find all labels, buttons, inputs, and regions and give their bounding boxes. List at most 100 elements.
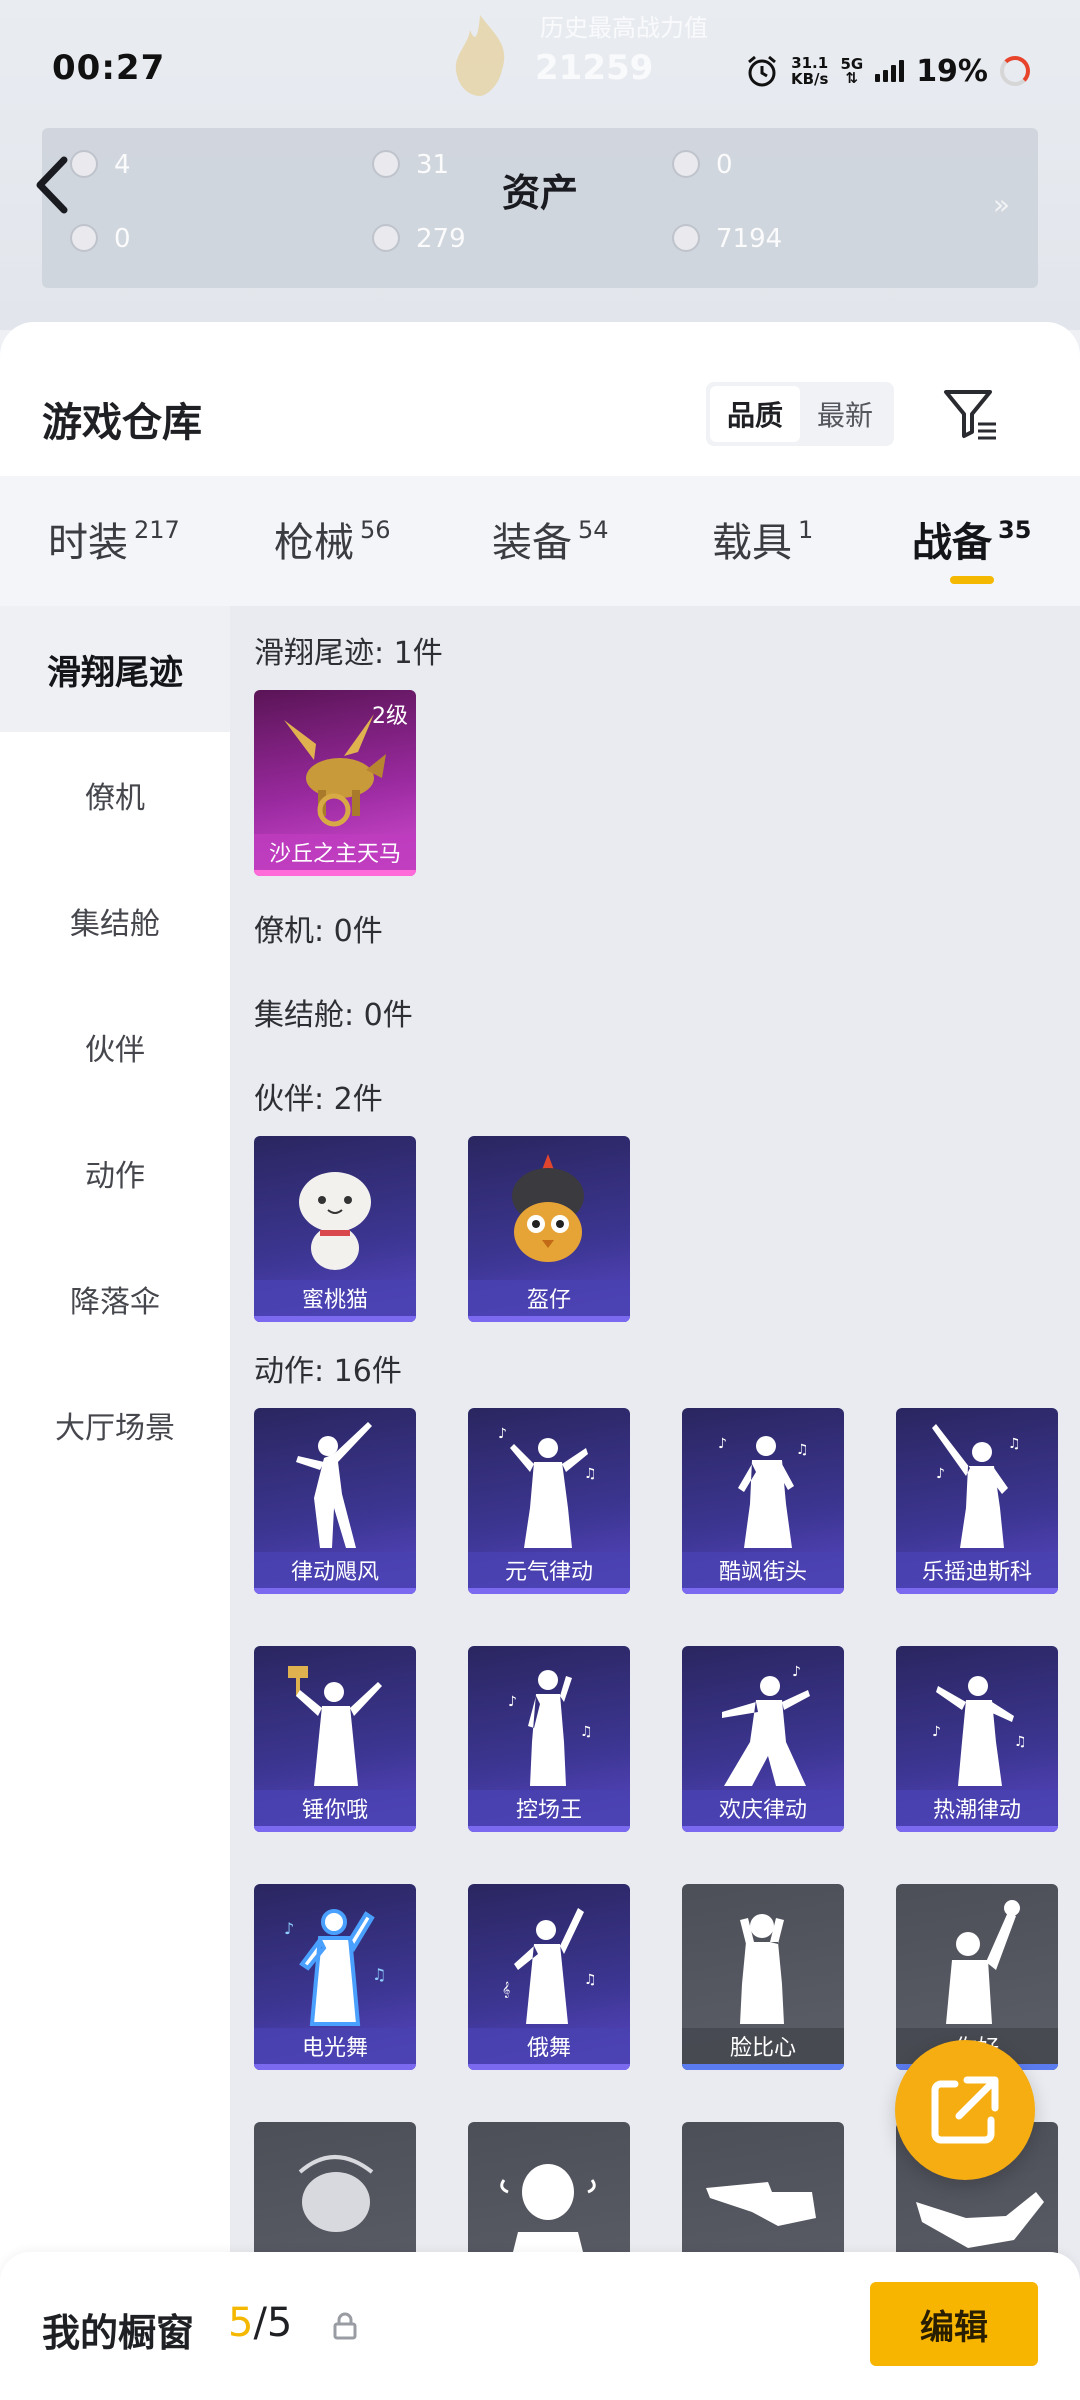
asset-value: 31 bbox=[416, 150, 450, 180]
alarm-icon bbox=[748, 55, 776, 87]
assets-title: 资产 bbox=[501, 171, 578, 215]
item-tile[interactable]: ♪ ♫ 乐摇迪斯科 bbox=[896, 1408, 1058, 1594]
item-tile[interactable]: 律动飓风 bbox=[254, 1408, 416, 1594]
showcase-label: 我的橱窗 bbox=[42, 2311, 195, 2355]
item-name: 盔仔 bbox=[468, 1280, 630, 1322]
net-speed: 31.1 KB/s bbox=[791, 55, 828, 87]
currency-icon bbox=[372, 224, 400, 252]
svg-text:♫: ♫ bbox=[1014, 1734, 1027, 1750]
sidebar-item-parachute[interactable]: 降落伞 bbox=[0, 1236, 230, 1362]
section-title: 滑翔尾迹: 1件 bbox=[254, 636, 443, 671]
tab-count: 1 bbox=[798, 516, 814, 544]
svg-text:♪: ♪ bbox=[932, 1724, 941, 1740]
svg-text:♪: ♪ bbox=[718, 1436, 727, 1452]
item-tile[interactable]: ♪ ♫ 酷飒街头 bbox=[682, 1408, 844, 1594]
tab-label: 战备 bbox=[912, 520, 992, 566]
tab-firearms[interactable]: 枪械 56 bbox=[274, 510, 391, 568]
sort-newest-button[interactable]: 最新 bbox=[800, 386, 890, 442]
updown-arrows-icon: ⇅ bbox=[845, 69, 859, 87]
tab-fashion[interactable]: 时装 217 bbox=[48, 510, 180, 568]
lock-icon bbox=[333, 2312, 357, 2340]
hello-wave-icon bbox=[946, 1900, 1020, 2024]
asset-value: 0 bbox=[114, 224, 131, 254]
sidebar-item-trail[interactable]: 滑翔尾迹 bbox=[0, 606, 230, 732]
signal-icon bbox=[875, 60, 905, 82]
section-title: 伙伴: 2件 bbox=[254, 1082, 383, 1117]
svg-text:♪: ♪ bbox=[936, 1466, 945, 1482]
item-name: 锤你哦 bbox=[254, 1790, 416, 1832]
tab-vehicles[interactable]: 载具 1 bbox=[712, 510, 813, 568]
currency-icon bbox=[672, 150, 700, 178]
hammer-dancer-icon bbox=[288, 1666, 382, 1786]
item-tile[interactable]: 脸比心 bbox=[682, 1884, 844, 2070]
item-tile[interactable]: 𝄞 ♫ 俄舞 bbox=[468, 1884, 630, 2070]
item-tile[interactable]: ♪ 欢庆律动 bbox=[682, 1646, 844, 1832]
item-tile[interactable]: ♪ ♫ 控场王 bbox=[468, 1646, 630, 1832]
pointing-hand-icon bbox=[706, 2182, 816, 2226]
item-tile[interactable]: 2级 沙丘之主天马 bbox=[254, 690, 416, 876]
item-tile[interactable]: 蜜桃猫 bbox=[254, 1136, 416, 1322]
active-tab-indicator bbox=[950, 576, 994, 584]
edit-button[interactable]: 编辑 bbox=[870, 2282, 1038, 2366]
asset-value: 279 bbox=[416, 224, 466, 254]
item-name: 沙丘之主天马 bbox=[254, 834, 416, 876]
head-turn-icon bbox=[298, 2155, 374, 2232]
net-speed-unit: KB/s bbox=[790, 70, 829, 88]
item-name: 酷飒街头 bbox=[682, 1552, 844, 1594]
flame-emblem-icon bbox=[455, 15, 505, 96]
status-icons: 31.1 KB/s 5G ⇅ 19% bbox=[745, 46, 1030, 96]
sidebar-item-lobby-scene[interactable]: 大厅场景 bbox=[0, 1362, 230, 1488]
electric-dancer-icon: ♪♫ bbox=[284, 1909, 386, 2026]
item-tile[interactable]: ♪ ♫ 电光舞 bbox=[254, 1884, 416, 2070]
category-tabs: 时装 217 枪械 56 装备 54 载具 1 战备 35 bbox=[0, 476, 1080, 606]
tab-label: 枪械 bbox=[274, 520, 354, 566]
sidebar-item-wingman[interactable]: 僚机 bbox=[0, 732, 230, 858]
item-tile[interactable]: 盔仔 bbox=[468, 1136, 630, 1322]
item-name: 蜜桃猫 bbox=[254, 1280, 416, 1322]
sort-quality-button[interactable]: 品质 bbox=[710, 386, 800, 442]
item-level: 2级 bbox=[372, 704, 408, 729]
ghost-subtitle: 历史最高战力值 bbox=[540, 14, 708, 42]
item-name: 控场王 bbox=[468, 1790, 630, 1832]
svg-text:♪: ♪ bbox=[284, 1919, 294, 1938]
chevron-right-icon[interactable]: » bbox=[993, 188, 1010, 221]
item-name: 乐摇迪斯科 bbox=[896, 1552, 1058, 1594]
item-name: 律动飓风 bbox=[254, 1552, 416, 1594]
status-bar: 00:27 历史最高战力值 21259 31.1 KB/s 5G ⇅ 19% bbox=[0, 0, 1080, 130]
item-tile[interactable]: ♪ ♫ 元气律动 bbox=[468, 1408, 630, 1594]
item-tile[interactable]: ♪ ♫ 热潮律动 bbox=[896, 1646, 1058, 1832]
currency-icon bbox=[70, 224, 98, 252]
tab-count: 56 bbox=[360, 516, 391, 544]
dancer-icon: ♪ bbox=[722, 1664, 810, 1786]
item-name: 热潮律动 bbox=[896, 1790, 1058, 1832]
showcase-count: 5/5 bbox=[228, 2300, 292, 2346]
back-arrow-icon[interactable] bbox=[28, 150, 78, 220]
dancer-icon: ♪♫ bbox=[498, 1426, 597, 1548]
item-name: 俄舞 bbox=[468, 2028, 630, 2070]
subcategory-sidebar: 滑翔尾迹 僚机 集结舱 伙伴 动作 降落伞 大厅场景 bbox=[0, 606, 230, 2400]
tab-battle-prep[interactable]: 战备 35 bbox=[912, 510, 1031, 568]
tab-equipment[interactable]: 装备 54 bbox=[492, 510, 609, 568]
sidebar-item-partner[interactable]: 伙伴 bbox=[0, 984, 230, 1110]
svg-text:♫: ♫ bbox=[1008, 1436, 1021, 1452]
share-button[interactable] bbox=[895, 2040, 1035, 2180]
item-tile[interactable]: 锤你哦 bbox=[254, 1646, 416, 1832]
showcase-bar: 我的橱窗 5/5 编辑 bbox=[0, 2252, 1080, 2400]
svg-text:♫: ♫ bbox=[584, 1972, 597, 1988]
svg-text:♫: ♫ bbox=[796, 1442, 809, 1458]
asset-value: 4 bbox=[114, 150, 131, 180]
tab-count: 35 bbox=[998, 516, 1032, 544]
network-indicator: 5G ⇅ bbox=[840, 57, 863, 87]
section-title: 动作: 16件 bbox=[254, 1354, 402, 1389]
sidebar-item-emote[interactable]: 动作 bbox=[0, 1110, 230, 1236]
helmet-chick-icon bbox=[512, 1154, 584, 1262]
tab-count: 217 bbox=[134, 516, 180, 544]
tab-count: 54 bbox=[578, 516, 609, 544]
dancer-icon: ♪♫ bbox=[508, 1670, 593, 1786]
svg-text:♫: ♫ bbox=[580, 1724, 593, 1740]
sidebar-item-pod[interactable]: 集结舱 bbox=[0, 858, 230, 984]
section-title: 集结舱: 0件 bbox=[254, 998, 413, 1033]
filter-icon[interactable] bbox=[940, 384, 1000, 444]
status-time: 00:27 bbox=[52, 48, 166, 88]
showcase-count-current: 5 bbox=[228, 2300, 254, 2346]
